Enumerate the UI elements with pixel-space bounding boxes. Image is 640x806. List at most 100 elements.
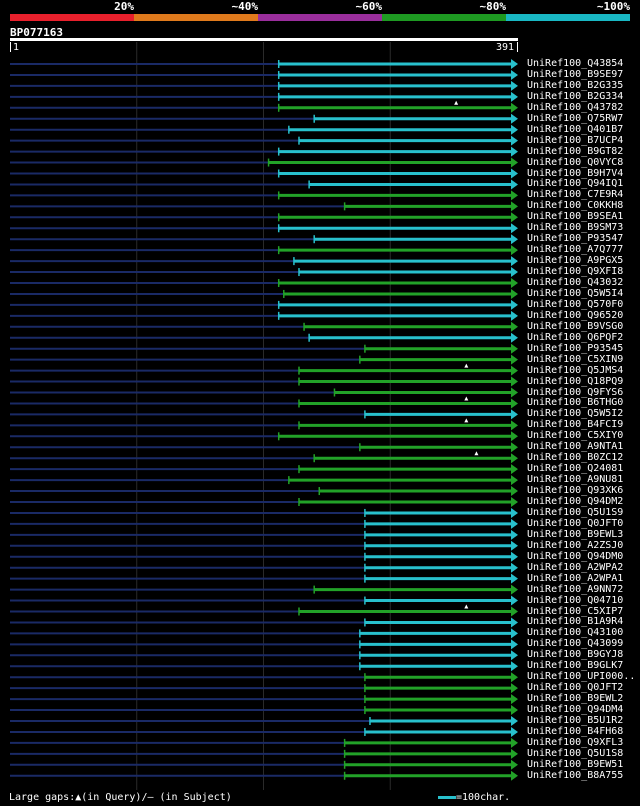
- hit-label[interactable]: UniRef100_Q94IQ1: [527, 178, 623, 189]
- hit-label[interactable]: UniRef100_Q0JFT2: [527, 682, 623, 693]
- hit-label[interactable]: UniRef100_Q94DM4: [527, 704, 623, 715]
- hit-label[interactable]: UniRef100_Q5U1S8: [527, 748, 623, 759]
- hit-label[interactable]: UniRef100_A9NU81: [527, 474, 623, 485]
- hit-arrow: [511, 518, 518, 529]
- hit-arrow: [511, 705, 518, 716]
- hit-label[interactable]: UniRef100_A2WPA2: [527, 562, 623, 573]
- hit-arrow: [511, 606, 518, 617]
- hit-label[interactable]: UniRef100_Q24081: [527, 463, 623, 474]
- hit-arrow: [511, 650, 518, 661]
- hit-arrow: [511, 91, 518, 102]
- hit-label[interactable]: UniRef100_B9GYJ8: [527, 649, 623, 660]
- hit-label[interactable]: UniRef100_B9H7V4: [527, 168, 623, 179]
- hit-arrow: [511, 288, 518, 299]
- gaps-legend: Large gaps:▲(in Query)/– (in Subject): [9, 792, 232, 803]
- hit-label[interactable]: UniRef100_Q43854: [527, 58, 623, 69]
- hit-label[interactable]: UniRef100_Q04710: [527, 595, 623, 606]
- hit-label[interactable]: UniRef100_Q75RW7: [527, 113, 623, 124]
- hit-label[interactable]: UniRef100_Q5W5I4: [527, 288, 623, 299]
- hit-label[interactable]: UniRef100_A9NN72: [527, 584, 623, 595]
- hit-arrow: [511, 716, 518, 726]
- hit-label[interactable]: UniRef100_B1A9R4: [527, 616, 623, 627]
- hit-label[interactable]: UniRef100_B2G335: [527, 80, 623, 91]
- hit-arrow: [511, 245, 518, 256]
- hit-label[interactable]: UniRef100_B9EW51: [527, 759, 623, 770]
- hit-arrow: [511, 113, 518, 124]
- hit-label[interactable]: UniRef100_B2G334: [527, 91, 623, 102]
- hit-label[interactable]: UniRef100_B0ZC12: [527, 452, 623, 463]
- hit-label[interactable]: UniRef100_B9SEA1: [527, 211, 623, 222]
- hit-arrow: [511, 442, 518, 453]
- hit-label[interactable]: UniRef100_Q0JFT0: [527, 518, 623, 529]
- hit-label[interactable]: UniRef100_B9VSG0: [527, 321, 623, 332]
- hit-arrow: [511, 595, 518, 606]
- hit-arrow: [511, 759, 518, 770]
- hit-arrow: [511, 464, 518, 475]
- hit-arrow: [511, 398, 518, 409]
- hit-arrow: [511, 157, 518, 168]
- hit-arrow: [511, 672, 518, 683]
- hit-label[interactable]: UniRef100_Q0VYC8: [527, 157, 623, 168]
- hit-arrow: [511, 584, 518, 595]
- hit-label[interactable]: UniRef100_UPI000..: [527, 671, 635, 682]
- hit-label[interactable]: UniRef100_B4FH68: [527, 726, 623, 737]
- hit-label[interactable]: UniRef100_C7E9R4: [527, 189, 623, 200]
- hit-arrow: [511, 431, 518, 442]
- hit-label[interactable]: UniRef100_A9NTA1: [527, 441, 623, 452]
- hit-label[interactable]: UniRef100_B9EWL3: [527, 529, 623, 540]
- query-gap-marker: [464, 363, 469, 368]
- hit-label[interactable]: UniRef100_A9PGX5: [527, 255, 623, 266]
- hit-label[interactable]: UniRef100_C5XIY0: [527, 430, 623, 441]
- hit-label[interactable]: UniRef100_Q18PQ9: [527, 376, 623, 387]
- hit-label[interactable]: UniRef100_B9SM73: [527, 222, 623, 233]
- hit-label[interactable]: UniRef100_Q5U1S9: [527, 507, 623, 518]
- hit-label[interactable]: UniRef100_B9GLK7: [527, 660, 623, 671]
- hit-arrow: [511, 737, 518, 748]
- hit-label[interactable]: UniRef100_Q9XFL3: [527, 737, 623, 748]
- hit-label[interactable]: UniRef100_Q43782: [527, 102, 623, 113]
- hit-arrow: [511, 212, 518, 223]
- hit-label[interactable]: UniRef100_B9SE97: [527, 69, 623, 80]
- hit-label[interactable]: UniRef100_P93545: [527, 343, 623, 354]
- hit-label[interactable]: UniRef100_C5XIN9: [527, 354, 623, 365]
- hit-label[interactable]: UniRef100_Q43099: [527, 638, 623, 649]
- hit-label[interactable]: UniRef100_C0KKH8: [527, 200, 623, 211]
- hit-arrow: [511, 354, 518, 365]
- hit-arrow: [511, 551, 518, 562]
- hit-arrow: [511, 168, 518, 179]
- hit-label[interactable]: UniRef100_Q5JMS4: [527, 365, 623, 376]
- hit-arrow: [511, 617, 518, 628]
- hit-label[interactable]: UniRef100_Q43100: [527, 627, 623, 638]
- hit-label[interactable]: UniRef100_B7UCP4: [527, 135, 623, 146]
- hit-label[interactable]: UniRef100_Q6PQF2: [527, 332, 623, 343]
- hit-label[interactable]: UniRef100_Q94DM0: [527, 551, 623, 562]
- hit-arrow: [511, 748, 518, 759]
- hit-arrow: [511, 486, 518, 497]
- hit-label[interactable]: UniRef100_B4FCI9: [527, 419, 623, 430]
- hit-label[interactable]: UniRef100_Q43032: [527, 277, 623, 288]
- hit-label[interactable]: UniRef100_B9GT82: [527, 146, 623, 157]
- hit-label[interactable]: UniRef100_B5U1R2: [527, 715, 623, 726]
- hit-arrow: [511, 497, 518, 507]
- scale-legend-text: =100char.: [456, 792, 511, 803]
- hit-arrow: [511, 770, 518, 781]
- hit-label[interactable]: UniRef100_P93547: [527, 233, 623, 244]
- hit-label[interactable]: UniRef100_B8A755: [527, 770, 623, 781]
- hit-label[interactable]: UniRef100_Q9XFI8: [527, 266, 623, 277]
- hit-label[interactable]: UniRef100_Q96520: [527, 310, 623, 321]
- hit-label[interactable]: UniRef100_Q94DM2: [527, 496, 623, 507]
- hit-label[interactable]: UniRef100_Q93XK6: [527, 485, 623, 496]
- hit-label[interactable]: UniRef100_Q401B7: [527, 124, 623, 135]
- hit-label[interactable]: UniRef100_Q9FYS6: [527, 387, 623, 398]
- hit-arrow: [511, 453, 518, 464]
- hit-label[interactable]: UniRef100_A2WPA1: [527, 573, 623, 584]
- hit-label[interactable]: UniRef100_Q5W5I2: [527, 408, 623, 419]
- hit-label[interactable]: UniRef100_A2ZSJ0: [527, 540, 623, 551]
- hit-arrow: [511, 343, 518, 354]
- hit-label[interactable]: UniRef100_A7Q777: [527, 244, 623, 255]
- hit-label[interactable]: UniRef100_Q570F0: [527, 299, 623, 310]
- hit-label[interactable]: UniRef100_B9EWL2: [527, 693, 623, 704]
- hit-label[interactable]: UniRef100_B6THG0: [527, 397, 623, 408]
- hit-arrow: [511, 234, 518, 245]
- hit-label[interactable]: UniRef100_C5XIP7: [527, 606, 623, 617]
